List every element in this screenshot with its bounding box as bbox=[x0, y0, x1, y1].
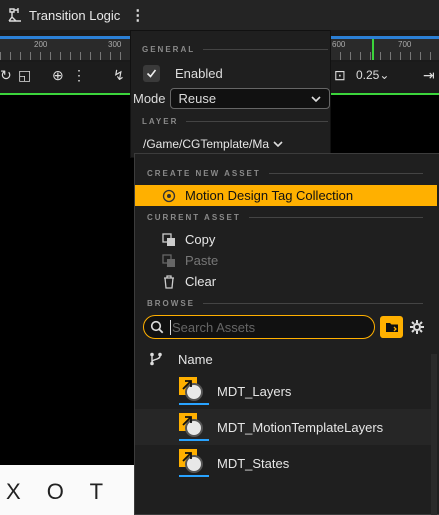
playhead[interactable] bbox=[372, 39, 374, 60]
chevron-down-icon bbox=[273, 141, 283, 147]
asset-thumbnail-icon bbox=[179, 377, 209, 405]
mode-value: Reuse bbox=[178, 91, 217, 106]
divider bbox=[186, 121, 328, 122]
create-motion-design-tag-collection[interactable]: Motion Design Tag Collection bbox=[135, 185, 437, 206]
zoom-value: 0.25 bbox=[356, 68, 380, 82]
canvas-text: X O T bbox=[6, 479, 114, 504]
asset-list-scrollbar[interactable] bbox=[431, 354, 437, 515]
current-heading-label: CURRENT ASSET bbox=[147, 213, 241, 222]
more-options-icon[interactable]: ⋮ bbox=[72, 67, 86, 84]
ruler-label: 200 bbox=[34, 40, 48, 49]
asset-thumbnail-icon bbox=[179, 449, 209, 477]
search-row bbox=[143, 314, 433, 340]
layer-path-value: /Game/CGTemplate/Ma bbox=[143, 137, 270, 151]
zoom-dropdown[interactable]: 0.25⌄ bbox=[356, 68, 389, 82]
create-heading-label: CREATE NEW ASSET bbox=[147, 169, 261, 178]
paste-menu-item[interactable]: Paste bbox=[135, 250, 437, 271]
general-heading-label: GENERAL bbox=[142, 45, 196, 54]
layer-path-dropdown[interactable]: /Game/CGTemplate/Ma bbox=[143, 137, 283, 151]
asset-row[interactable]: MDT_Layers bbox=[135, 373, 437, 409]
transition-logic-icon bbox=[6, 6, 24, 24]
general-section-heading: GENERAL bbox=[142, 45, 328, 54]
mode-label: Mode bbox=[133, 91, 166, 106]
layer-section-heading: LAYER bbox=[142, 117, 328, 126]
asset-name: MDT_States bbox=[217, 455, 290, 471]
gear-icon bbox=[410, 320, 424, 334]
enabled-label: Enabled bbox=[175, 66, 223, 81]
copy-label: Copy bbox=[185, 232, 216, 247]
create-item-label: Motion Design Tag Collection bbox=[185, 188, 354, 203]
paste-label: Paste bbox=[185, 253, 219, 268]
layer-heading-label: LAYER bbox=[142, 117, 179, 126]
trash-icon bbox=[161, 274, 177, 290]
snap-icon[interactable]: ↯ bbox=[113, 67, 125, 84]
mode-row: Mode Reuse bbox=[133, 88, 330, 109]
divider bbox=[268, 173, 423, 174]
scale-icon[interactable]: ⊡ bbox=[334, 67, 346, 84]
clear-label: Clear bbox=[185, 274, 217, 289]
tag-collection-icon bbox=[161, 188, 177, 204]
asset-picker-menu: CREATE NEW ASSET Motion Design Tag Colle… bbox=[134, 153, 439, 515]
search-box[interactable] bbox=[143, 315, 375, 339]
asset-thumbnail-icon bbox=[179, 413, 209, 441]
divider bbox=[203, 303, 423, 304]
asset-name: MDT_Layers bbox=[217, 383, 292, 399]
mode-select[interactable]: Reuse bbox=[169, 88, 330, 109]
tree-branch-icon bbox=[150, 352, 162, 366]
create-new-asset-heading: CREATE NEW ASSET bbox=[135, 169, 435, 178]
enabled-checkbox[interactable] bbox=[143, 65, 160, 82]
settings-gear-button[interactable] bbox=[408, 318, 426, 336]
folder-icon bbox=[385, 323, 398, 332]
globe-icon[interactable]: ⊕ bbox=[52, 67, 64, 84]
browse-folder-button[interactable] bbox=[380, 316, 403, 338]
asset-row[interactable]: MDT_MotionTemplateLayers bbox=[135, 409, 437, 445]
ruler-label: 600 bbox=[332, 40, 346, 49]
column-name-label: Name bbox=[178, 351, 213, 367]
search-input[interactable] bbox=[170, 319, 360, 335]
copy-icon bbox=[161, 232, 177, 248]
rotate-icon[interactable]: ↻ bbox=[0, 67, 12, 84]
expand-icon[interactable]: ⇥ bbox=[423, 67, 435, 84]
clear-menu-item[interactable]: Clear bbox=[135, 271, 437, 292]
divider bbox=[248, 217, 423, 218]
checkmark-icon bbox=[146, 69, 157, 78]
copy-menu-item[interactable]: Copy bbox=[135, 229, 437, 250]
browse-heading: BROWSE bbox=[135, 299, 435, 308]
settings-popup: GENERAL Enabled Mode Reuse LAYER /Game/C… bbox=[130, 30, 331, 158]
ruler-label: 700 bbox=[398, 40, 412, 49]
divider bbox=[203, 49, 328, 50]
editor-title: Transition Logic bbox=[29, 7, 121, 23]
asset-name: MDT_MotionTemplateLayers bbox=[217, 419, 384, 435]
editor-title-bar: Transition Logic ⋮ bbox=[0, 0, 439, 30]
ruler-label: 300 bbox=[108, 40, 122, 49]
current-asset-heading: CURRENT ASSET bbox=[135, 213, 435, 222]
enabled-row: Enabled bbox=[143, 65, 223, 82]
asset-row[interactable]: MDT_States bbox=[135, 445, 437, 481]
column-header-name[interactable]: Name bbox=[135, 347, 437, 371]
chevron-down-icon bbox=[310, 95, 321, 102]
search-icon bbox=[150, 320, 164, 334]
editor-menu-icon[interactable]: ⋮ bbox=[130, 6, 145, 24]
browse-heading-label: BROWSE bbox=[147, 299, 195, 308]
frame-icon[interactable]: ◱ bbox=[18, 67, 31, 84]
paste-icon bbox=[161, 253, 177, 269]
